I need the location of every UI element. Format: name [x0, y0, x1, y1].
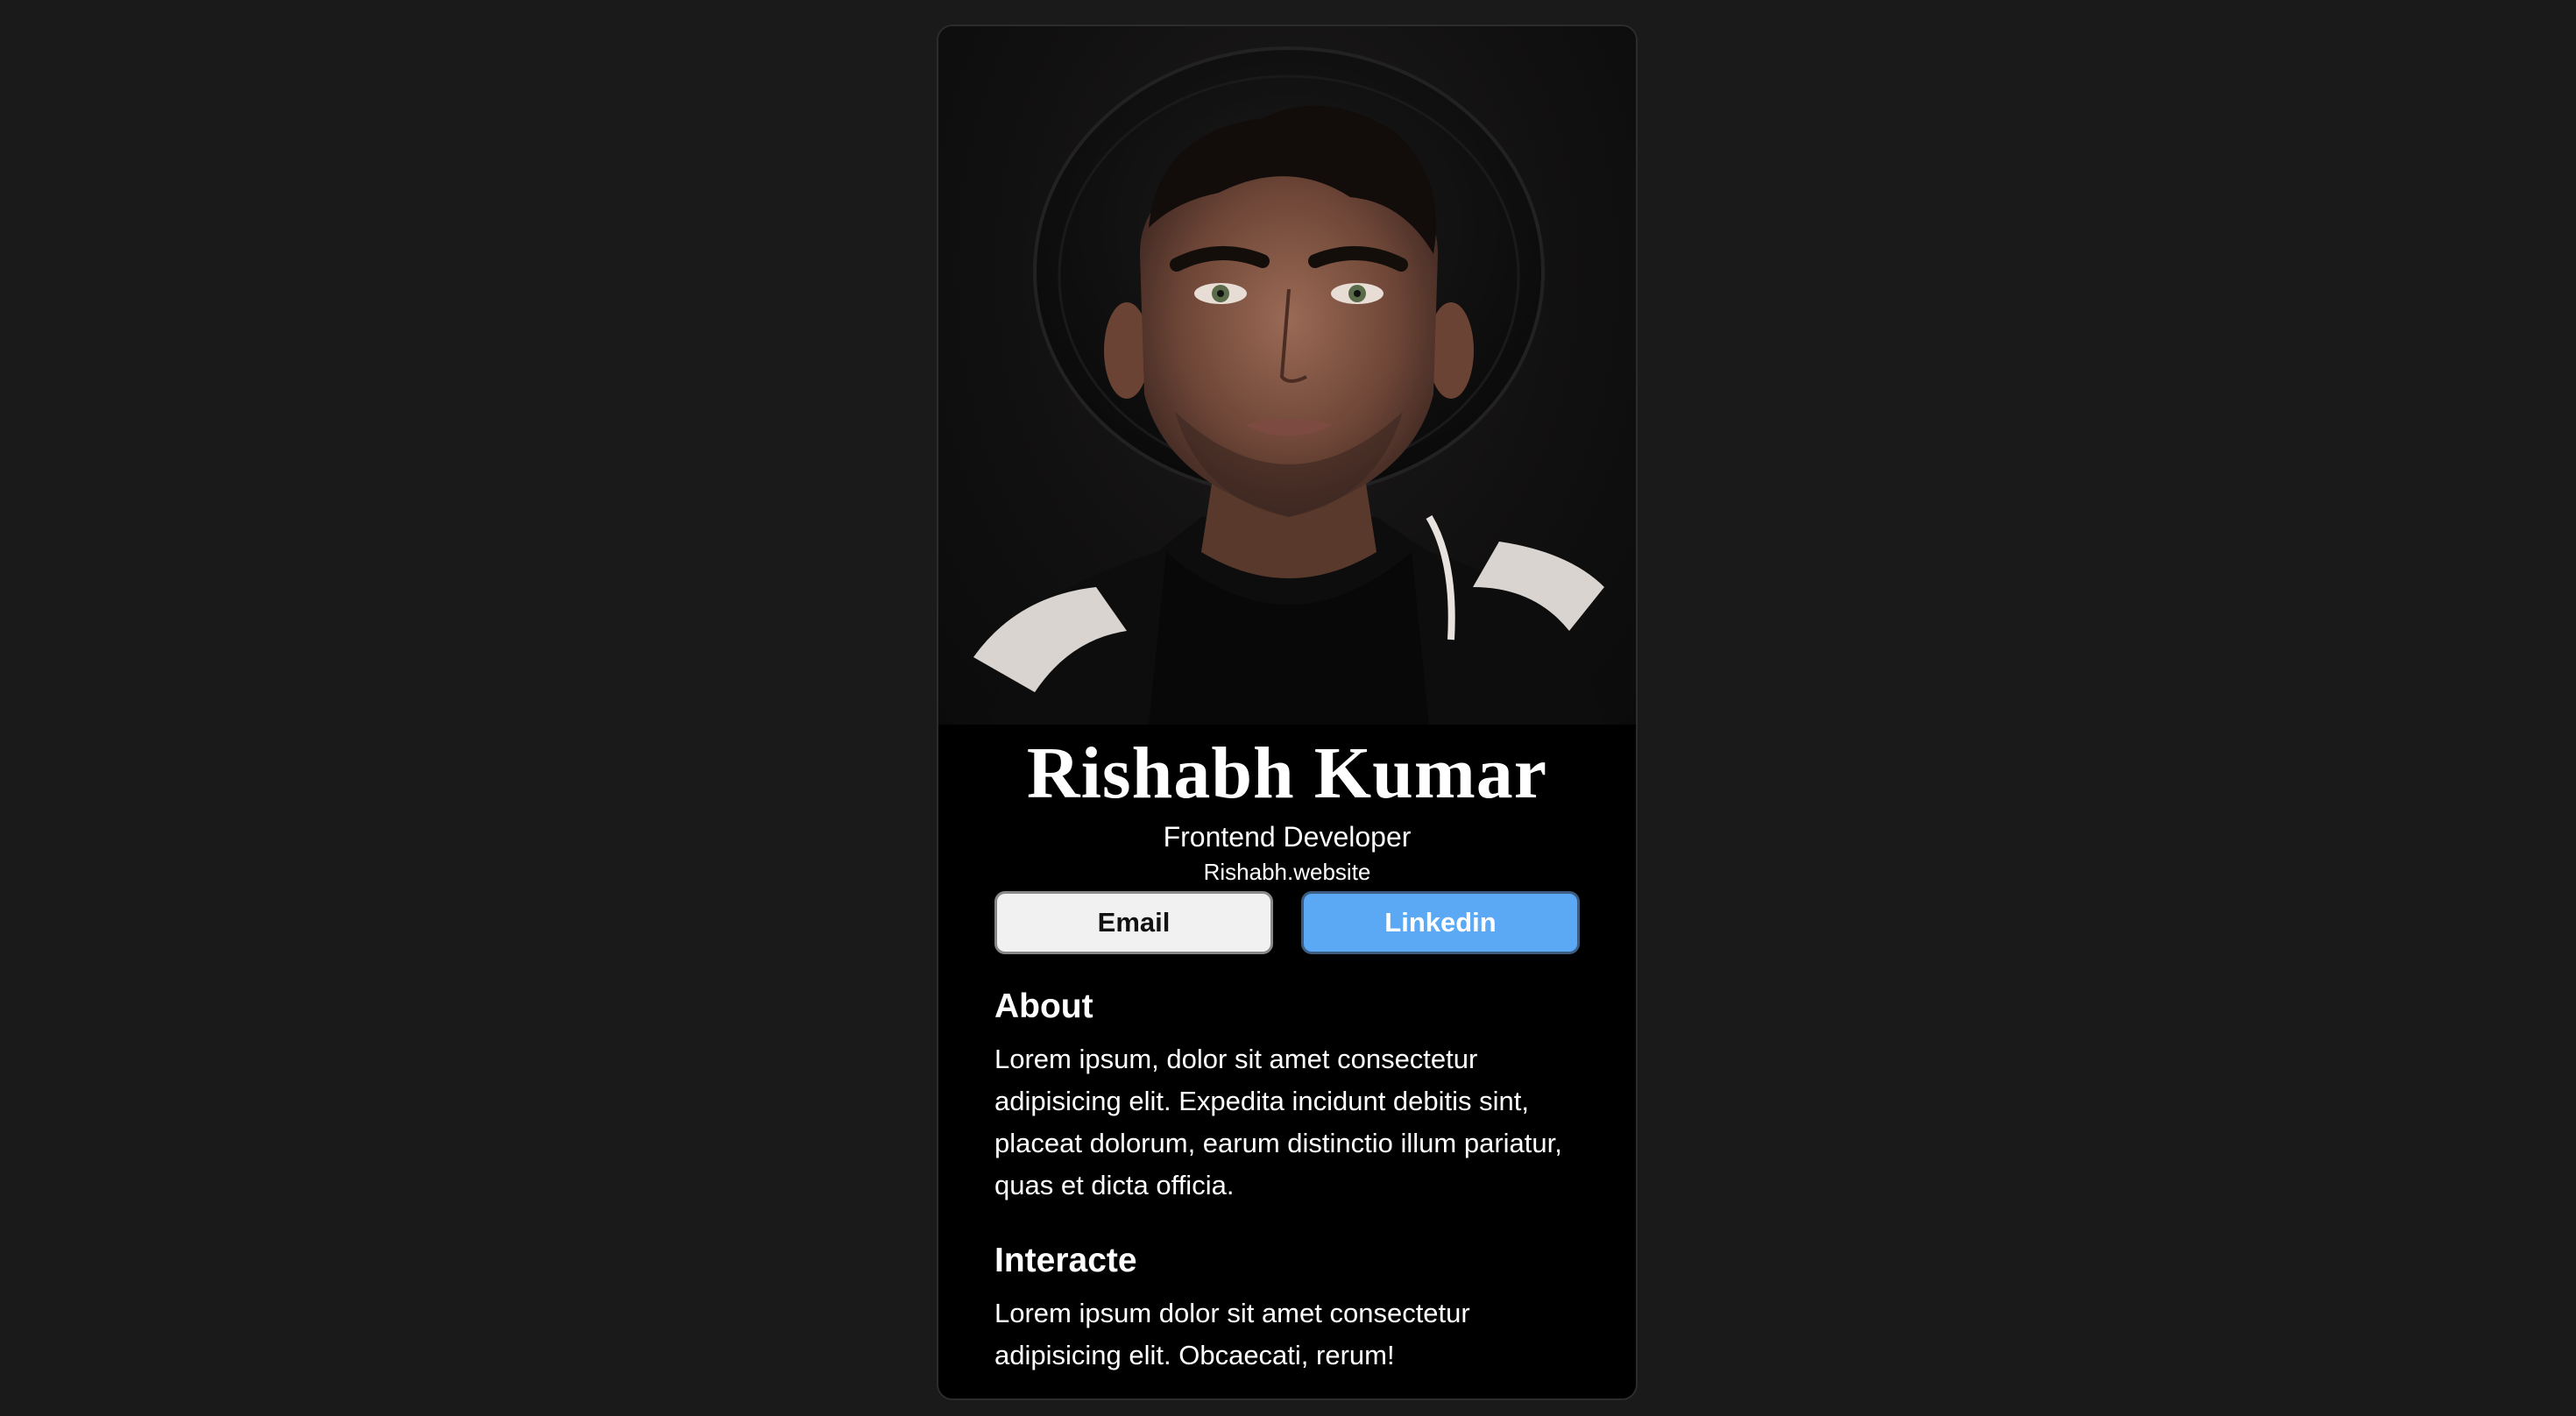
profile-name: Rishabh Kumar	[1026, 733, 1548, 814]
about-title: About	[994, 988, 1093, 1025]
profile-card: Rishabh Kumar Frontend Developer Rishabh…	[937, 25, 1638, 1400]
portrait-image	[973, 46, 1604, 725]
about-text: Lorem ipsum, dolor sit amet consectetur …	[994, 1044, 1562, 1200]
interests-section: Interacte Lorem ipsum dolor sit amet con…	[938, 1240, 1636, 1377]
interests-text: Lorem ipsum dolor sit amet consectetur a…	[994, 1298, 1470, 1370]
linkedin-button-label: Linkedin	[1384, 907, 1497, 938]
email-button-label: Email	[1097, 907, 1171, 938]
linkedin-button[interactable]: Linkedin	[1301, 891, 1580, 954]
email-button[interactable]: Email	[994, 891, 1273, 954]
about-section: About Lorem ipsum, dolor sit amet consec…	[938, 986, 1636, 1207]
profile-photo	[938, 26, 1636, 725]
profile-role: Frontend Developer	[1163, 821, 1412, 853]
interests-title: Interacte	[994, 1242, 1137, 1279]
contact-buttons: Email Linkedin	[938, 891, 1636, 954]
profile-website: Rishabh.website	[1203, 859, 1371, 885]
